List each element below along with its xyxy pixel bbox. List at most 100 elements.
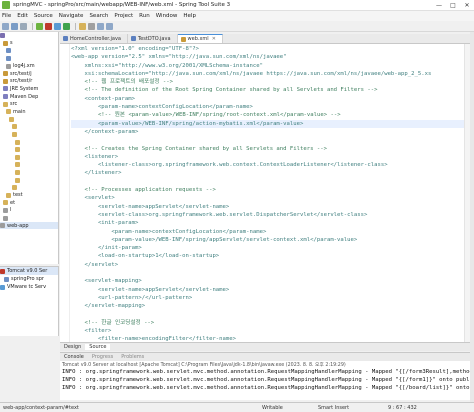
- code-line[interactable]: <servlet>: [71, 194, 467, 202]
- tab-source[interactable]: Source: [85, 344, 111, 350]
- code-line[interactable]: <!-- 웹 프로젝트의 배포설정 -->: [71, 78, 467, 86]
- code-line[interactable]: <param-name>contextConfigLocation</param…: [71, 228, 467, 236]
- menu-project[interactable]: Project: [114, 13, 133, 19]
- code-line[interactable]: <context-param>: [71, 95, 467, 103]
- code-line[interactable]: <!-- 한글 인코딩설정 -->: [71, 319, 467, 327]
- tree-item[interactable]: Maven Dep: [0, 93, 58, 101]
- code-line[interactable]: <servlet-name>appServlet</servlet-name>: [71, 286, 467, 294]
- tree-item[interactable]: [0, 146, 58, 154]
- code-line[interactable]: [71, 178, 467, 186]
- tree-item[interactable]: [0, 55, 58, 63]
- tree-item[interactable]: [0, 32, 58, 40]
- code-line[interactable]: xsi:schemaLocation="http://java.sun.com/…: [71, 70, 467, 78]
- tree-item[interactable]: src: [0, 100, 58, 108]
- menu-navigate[interactable]: Navigate: [59, 13, 84, 19]
- minimize-button[interactable]: —: [432, 0, 446, 11]
- save-icon[interactable]: [11, 22, 18, 30]
- maximize-button[interactable]: □: [446, 0, 460, 11]
- code-line[interactable]: <servlet-class>org.springframework.web.s…: [71, 211, 467, 219]
- tab-progress[interactable]: Progress: [88, 354, 117, 360]
- code-line[interactable]: </listener>: [71, 169, 467, 177]
- tree-item[interactable]: [0, 131, 58, 139]
- tree-item[interactable]: src/test/r: [0, 78, 58, 86]
- menu-file[interactable]: File: [2, 13, 11, 19]
- search-icon[interactable]: [88, 22, 95, 30]
- code-line[interactable]: </init-param>: [71, 244, 467, 252]
- tree-item[interactable]: [0, 123, 58, 131]
- code-line[interactable]: <?xml version="1.0" encoding="UTF-8"?>: [71, 45, 467, 53]
- tab-web-xml[interactable]: web.xml ✕: [177, 34, 223, 43]
- new-icon[interactable]: [2, 22, 9, 30]
- tree-item[interactable]: log4j.xm: [0, 62, 58, 70]
- save-all-icon[interactable]: [20, 22, 27, 30]
- code-line[interactable]: <filter-name>encodingFilter</filter-name…: [71, 335, 467, 342]
- tab-test-dto[interactable]: TestDTO.java: [128, 34, 178, 43]
- tree-item[interactable]: et: [0, 199, 58, 207]
- code-line[interactable]: <web-app version="2.5" xmlns="http://jav…: [71, 53, 467, 61]
- tree-item[interactable]: [0, 154, 58, 162]
- run-icon[interactable]: [63, 22, 70, 30]
- stop-icon[interactable]: [45, 22, 52, 30]
- server-item[interactable]: Tomcat v9.0 Ser: [0, 267, 58, 275]
- code-line[interactable]: <init-param>: [71, 219, 467, 227]
- tree-item[interactable]: web-app: [0, 221, 58, 230]
- code-line[interactable]: <!-- Processes application requests -->: [71, 186, 467, 194]
- spring-icon[interactable]: [36, 22, 43, 30]
- tree-item[interactable]: [0, 169, 58, 177]
- close-tab-icon[interactable]: ✕: [212, 36, 216, 42]
- code-line[interactable]: <servlet-name>appServlet</servlet-name>: [71, 203, 467, 211]
- tree-item[interactable]: l: [0, 207, 58, 215]
- menu-edit[interactable]: Edit: [17, 13, 28, 19]
- window-scrollbar[interactable]: [470, 32, 474, 402]
- tab-problems[interactable]: Problems: [117, 354, 148, 360]
- code-line[interactable]: </servlet>: [71, 261, 467, 269]
- server-item[interactable]: springPro spr: [0, 275, 58, 283]
- tab-console[interactable]: Console: [60, 354, 88, 360]
- code-line[interactable]: [71, 136, 467, 144]
- tab-design[interactable]: Design: [60, 344, 85, 350]
- code-line[interactable]: <param-name>contextConfigLocation</param…: [71, 103, 467, 111]
- code-line[interactable]: <!-- The definition of the Root Spring C…: [71, 86, 467, 94]
- nav-back-icon[interactable]: [97, 22, 104, 30]
- close-button[interactable]: ✕: [460, 0, 474, 11]
- xml-editor[interactable]: <?xml version="1.0" encoding="UTF-8"?> <w…: [60, 44, 470, 342]
- tree-item[interactable]: [0, 184, 58, 192]
- menu-run[interactable]: Run: [139, 13, 150, 19]
- menu-search[interactable]: Search: [89, 13, 108, 19]
- server-item[interactable]: VMware tc Serv: [0, 283, 58, 291]
- code-line[interactable]: xmlns:xsi="http://www.w3.org/2001/XMLSch…: [71, 62, 467, 70]
- code-line[interactable]: [71, 311, 467, 319]
- tree-item[interactable]: test: [0, 191, 58, 199]
- code-line[interactable]: [71, 269, 467, 277]
- tab-home-controller[interactable]: HomeController.java: [60, 34, 128, 43]
- open-type-icon[interactable]: [79, 22, 86, 30]
- menu-source[interactable]: Source: [34, 13, 53, 19]
- tree-item[interactable]: src/test/j: [0, 70, 58, 78]
- code-line[interactable]: <listener-class>org.springframework.web.…: [71, 161, 467, 169]
- code-line[interactable]: <param-value>/WEB-INF/spring/action-myba…: [71, 119, 467, 128]
- code-line[interactable]: <url-pattern>/</url-pattern>: [71, 294, 467, 302]
- tree-item[interactable]: [0, 176, 58, 184]
- menu-help[interactable]: Help: [183, 13, 196, 19]
- tree-item[interactable]: [0, 116, 58, 124]
- tree-item[interactable]: [0, 161, 58, 169]
- menu-window[interactable]: Window: [156, 13, 178, 19]
- code-line[interactable]: <!-- 원본 <param-value>/WEB-INF/spring/roo…: [71, 111, 467, 119]
- tree-item[interactable]: s: [0, 40, 58, 48]
- code-line[interactable]: <!-- Creates the Spring Container shared…: [71, 145, 467, 153]
- code-line[interactable]: <filter>: [71, 327, 467, 335]
- tree-item[interactable]: JRE System: [0, 85, 58, 93]
- code-line[interactable]: <load-on-startup>1</load-on-startup>: [71, 252, 467, 260]
- code-line[interactable]: <param-value>/WEB-INF/spring/appServlet/…: [71, 236, 467, 244]
- tree-item[interactable]: main: [0, 108, 58, 116]
- nav-forward-icon[interactable]: [106, 22, 113, 30]
- tree-item[interactable]: [0, 214, 58, 222]
- tree-item[interactable]: [0, 47, 58, 55]
- console-output[interactable]: INFO : org.springframework.web.servlet.m…: [60, 368, 470, 400]
- code-line[interactable]: </servlet-mapping>: [71, 302, 467, 310]
- tree-item[interactable]: [0, 138, 58, 146]
- code-area[interactable]: <?xml version="1.0" encoding="UTF-8"?> <w…: [71, 45, 467, 342]
- code-line[interactable]: <servlet-mapping>: [71, 277, 467, 285]
- code-line[interactable]: <listener>: [71, 153, 467, 161]
- code-line[interactable]: </context-param>: [71, 128, 467, 136]
